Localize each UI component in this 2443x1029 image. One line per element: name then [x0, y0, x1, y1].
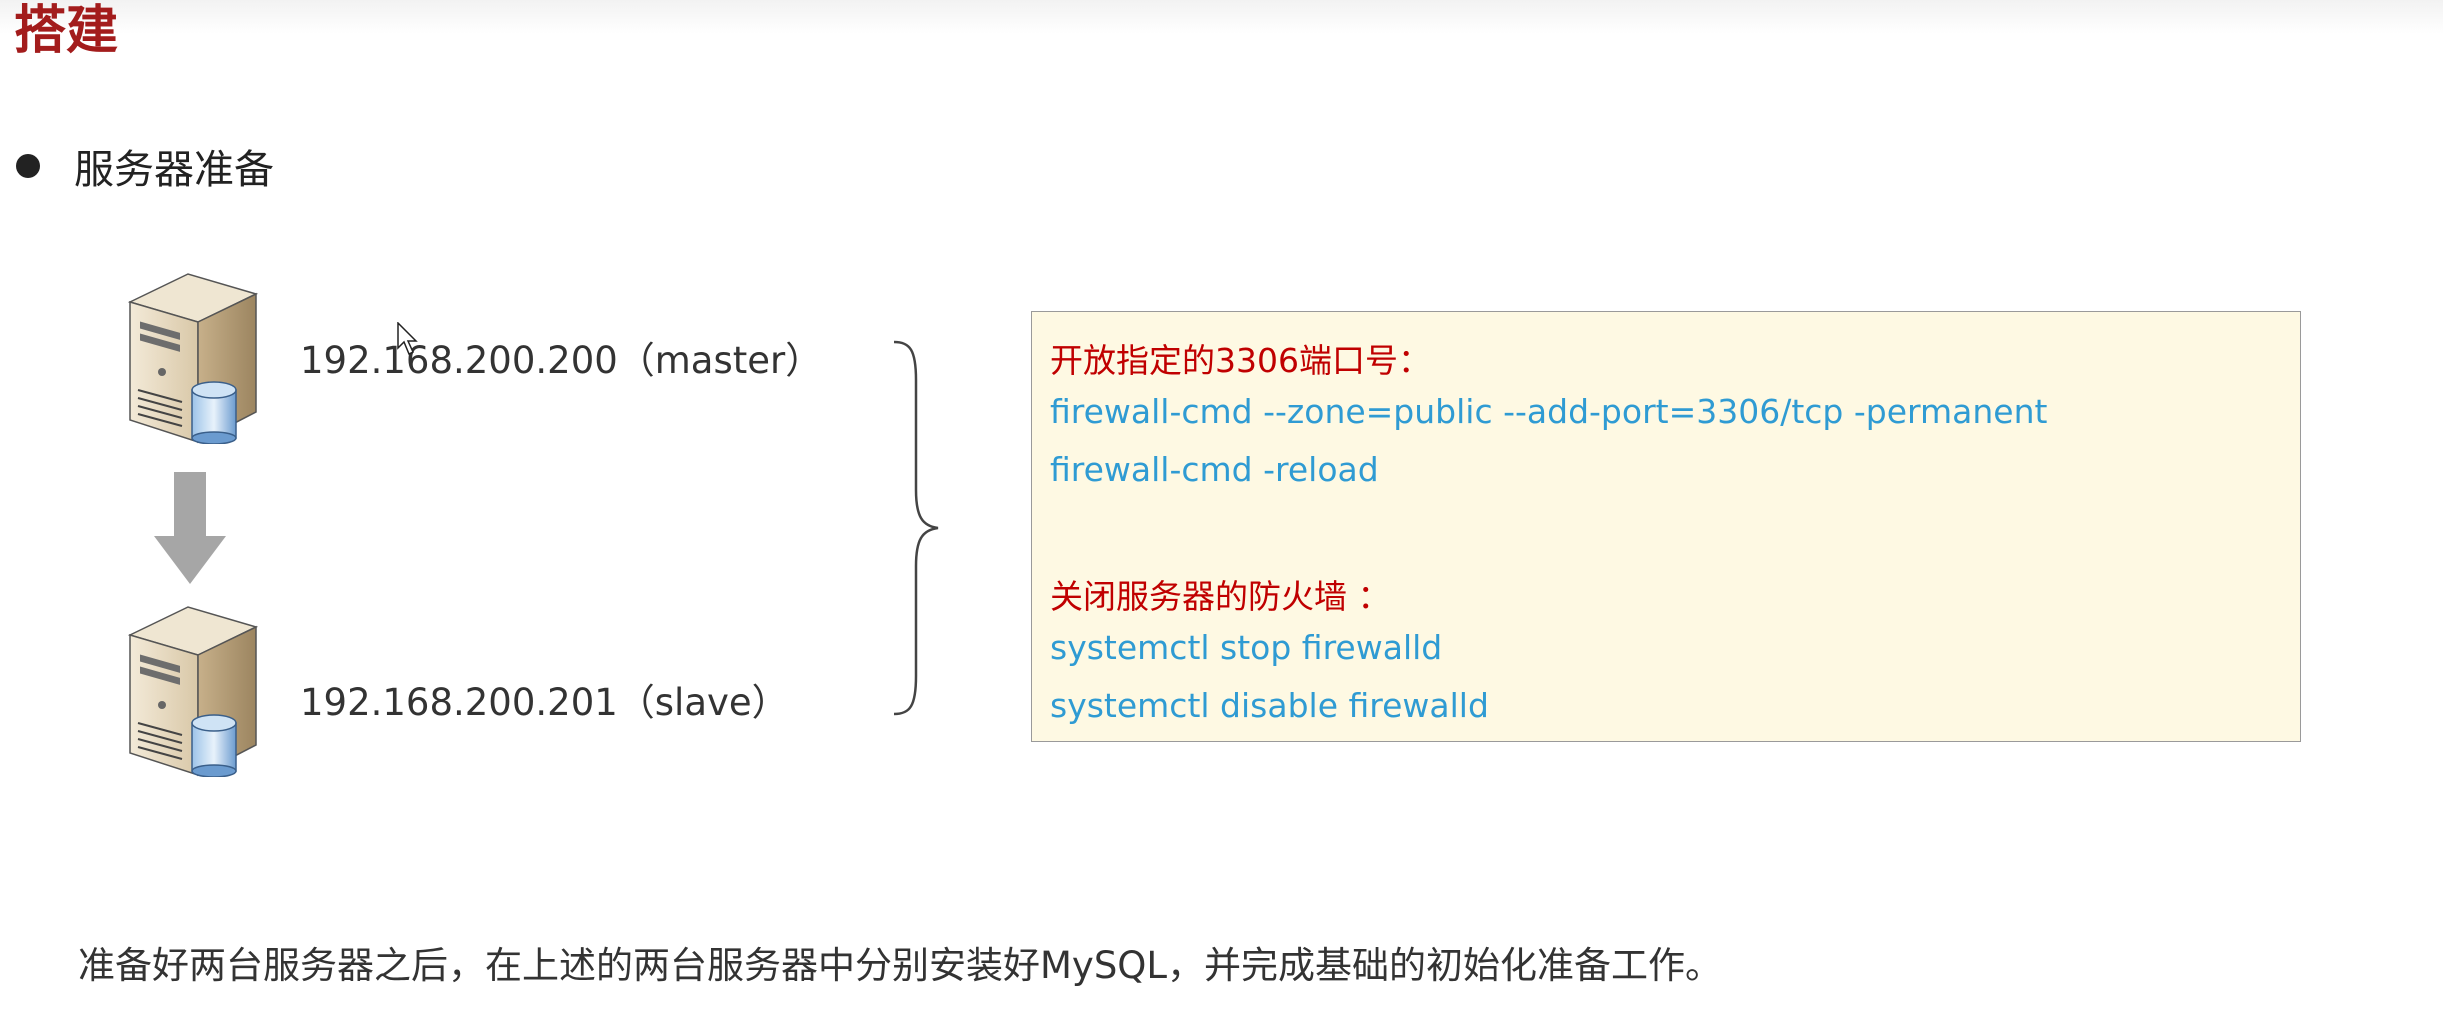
bullet-dot-icon	[16, 154, 40, 178]
section-heading: 服务器准备	[74, 147, 274, 193]
disable-firewall-command: systemctl disable firewalld	[1050, 686, 1489, 725]
database-server-icon	[128, 606, 258, 777]
stop-firewall-command: systemctl stop firewalld	[1050, 628, 1443, 667]
close-firewall-heading: 关闭服务器的防火墙 ：	[1050, 577, 1391, 616]
section-bullet: 服务器准备	[16, 138, 274, 194]
mouse-cursor-icon	[397, 322, 418, 356]
master-server-label: 192.168.200.200（master）	[300, 339, 823, 382]
open-port-command: firewall-cmd --zone=public --add-port=33…	[1050, 392, 2048, 431]
reload-command: firewall-cmd -reload	[1050, 450, 1379, 489]
arrow-down-icon	[154, 472, 226, 584]
page-title: 搭建	[14, 1, 119, 61]
database-server-icon	[128, 273, 258, 444]
open-port-heading: 开放指定的3306端口号：	[1050, 341, 1431, 380]
slave-server-label: 192.168.200.201（slave）	[300, 681, 789, 724]
top-shade	[0, 0, 2443, 34]
slide: 搭建 服务器准备 192.168.200.200（master） 192.168…	[0, 0, 2443, 1029]
firewall-commands-box: 开放指定的3306端口号： firewall-cmd --zone=public…	[1031, 311, 2301, 742]
curly-brace-icon	[893, 340, 939, 716]
footer-note: 准备好两台服务器之后，在上述的两台服务器中分别安装好MySQL，并完成基础的初始…	[78, 944, 1723, 987]
